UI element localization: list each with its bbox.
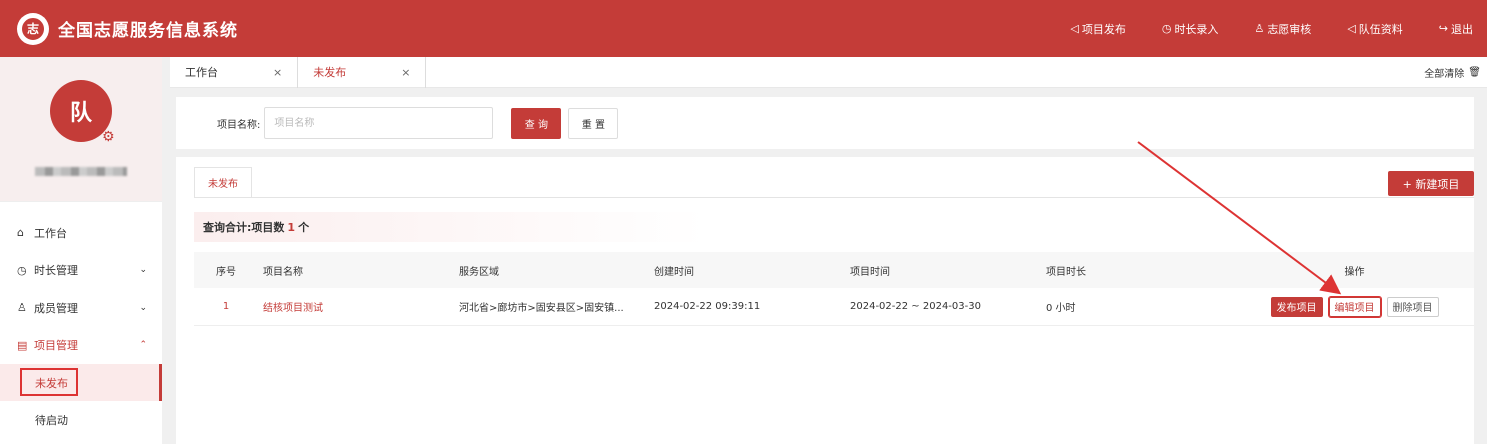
trash-icon: 🗑 — [1468, 67, 1481, 78]
sidebar-item-members[interactable]: ♙ 成员管理 ⌄ — [0, 289, 162, 327]
table-row: 1 结核项目测试 河北省>廊坊市>固安县区>固安镇... 2024-02-22 … — [194, 288, 1474, 326]
col-header-actions: 操作 — [1344, 266, 1365, 278]
sidebar: 队 ⚙ ⌂ 工作台 ◷ 时长管理 ⌄ ♙ 成员管理 ⌄ ▤ 项目管理 ⌃ 未发布… — [0, 57, 162, 444]
summary-prefix: 查询合计:项目数 — [203, 221, 285, 234]
summary-count: 1 — [287, 220, 296, 234]
tab-unpublished[interactable]: 未发布 × — [298, 56, 427, 88]
nav-label: 时长录入 — [1174, 22, 1219, 36]
clock-icon: ◷ — [17, 263, 27, 277]
summary-suffix: 个 — [298, 221, 310, 234]
cell-created: 2024-02-22 09:39:11 — [654, 301, 761, 312]
cell-area: 河北省>廊坊市>固安县区>固安镇... — [459, 303, 624, 314]
logout-icon: ↪ — [1438, 22, 1448, 35]
logo: 志 — [17, 12, 49, 45]
nav-volunteer-review[interactable]: ♙ 志愿审核 — [1254, 21, 1311, 37]
nav-logout[interactable]: ↪ 退出 — [1439, 21, 1473, 37]
search-panel: 项目名称: 查 询 重 置 — [176, 97, 1474, 149]
query-summary: 查询合计:项目数 1 个 — [194, 212, 1474, 242]
inner-tab-unpublished[interactable]: 未发布 — [194, 167, 252, 198]
clear-all-tabs-button[interactable]: 全部清除 🗑 — [1424, 57, 1481, 88]
document-icon: ▤ — [17, 338, 28, 352]
tab-workbench[interactable]: 工作台 × — [170, 56, 299, 88]
page-tabs-bar: 工作台 × 未发布 × 全部清除 🗑 — [170, 56, 1487, 88]
sidebar-item-projects[interactable]: ▤ 项目管理 ⌃ — [0, 327, 162, 365]
clock-icon: ◷ — [1161, 22, 1172, 35]
delete-project-button[interactable]: 删除项目 — [1386, 296, 1439, 317]
edit-project-button[interactable]: 编辑项目 — [1327, 295, 1382, 318]
sidebar-item-workbench[interactable]: ⌂ 工作台 — [0, 214, 162, 252]
chevron-down-icon: ⌄ — [139, 302, 147, 313]
username-redacted — [35, 167, 127, 176]
user-icon: ♙ — [1254, 22, 1265, 35]
sidebar-item-label: 成员管理 — [34, 301, 78, 315]
home-icon: ⌂ — [17, 226, 24, 240]
close-icon[interactable]: × — [273, 66, 282, 79]
send-icon: ◁ — [1347, 22, 1356, 35]
tab-label: 工作台 — [185, 66, 218, 79]
nav-label: 退出 — [1451, 22, 1473, 36]
nav-team-profile[interactable]: ◁ 队伍资料 — [1347, 21, 1402, 37]
nav-project-publish[interactable]: ◁ 项目发布 — [1070, 21, 1125, 37]
chevron-up-icon: ⌃ — [139, 340, 147, 351]
col-header-area: 服务区域 — [459, 266, 499, 278]
profile-card: 队 ⚙ — [0, 57, 162, 202]
chevron-down-icon: ⌄ — [139, 265, 147, 276]
sidebar-item-label: 工作台 — [34, 226, 67, 240]
tab-label: 未发布 — [313, 66, 347, 79]
logo-emblem-icon: 志 — [20, 15, 46, 42]
reset-button[interactable]: 重 置 — [568, 107, 619, 139]
new-project-button[interactable]: + 新建项目 — [1388, 171, 1474, 196]
sidebar-subitem-pending-start[interactable]: 待启动 — [0, 401, 162, 438]
sidebar-item-hours[interactable]: ◷ 时长管理 ⌄ — [0, 252, 162, 290]
cell-actions: 发布项目 编辑项目 删除项目 — [1235, 295, 1474, 318]
col-header-duration: 项目时长 — [1046, 266, 1086, 278]
divider — [194, 197, 1474, 198]
project-table: 序号 项目名称 服务区域 创建时间 项目时间 项目时长 操作 1 结核项目测试 … — [194, 252, 1474, 326]
sidebar-item-label: 项目管理 — [34, 339, 78, 353]
top-bar: 志 全国志愿服务信息系统 ◁ 项目发布 ◷ 时长录入 ♙ 志愿审核 ◁ 队伍资料… — [0, 0, 1487, 57]
gear-icon[interactable]: ⚙ — [102, 129, 115, 145]
inner-tabs: 未发布 — [194, 167, 252, 198]
sidebar-subitem-label: 待启动 — [35, 413, 68, 427]
send-icon: ◁ — [1070, 22, 1079, 35]
project-list-panel: 未发布 + 新建项目 查询合计:项目数 1 个 序号 项目名称 服务区域 创建时… — [176, 157, 1474, 444]
query-button[interactable]: 查 询 — [511, 107, 562, 139]
user-icon: ♙ — [17, 301, 27, 315]
col-header-created: 创建时间 — [654, 266, 694, 278]
cell-duration: 0 小时 — [1046, 303, 1076, 314]
cell-index: 1 — [222, 301, 230, 312]
nav-label: 队伍资料 — [1358, 22, 1403, 36]
sidebar-subitem-unpublished[interactable]: 未发布 — [0, 364, 162, 401]
nav-label: 项目发布 — [1081, 22, 1126, 36]
clear-all-label: 全部清除 — [1424, 69, 1465, 80]
nav-hours-entry[interactable]: ◷ 时长录入 — [1162, 21, 1219, 37]
project-name-label: 项目名称: — [217, 119, 261, 131]
project-name-input[interactable] — [264, 107, 494, 139]
publish-project-button[interactable]: 发布项目 — [1270, 296, 1323, 317]
cell-project-name-link[interactable]: 结核项目测试 — [258, 299, 453, 314]
system-title: 全国志愿服务信息系统 — [58, 21, 238, 41]
col-header-name: 项目名称 — [263, 266, 303, 278]
annotation-highlight-box — [20, 368, 78, 396]
sidebar-item-label: 时长管理 — [34, 264, 78, 278]
col-header-project-time: 项目时间 — [850, 266, 890, 278]
table-header: 序号 项目名称 服务区域 创建时间 项目时间 项目时长 操作 — [194, 252, 1474, 288]
top-nav: ◁ 项目发布 ◷ 时长录入 ♙ 志愿审核 ◁ 队伍资料 ↪ 退出 — [1034, 0, 1473, 57]
sidebar-menu: ⌂ 工作台 ◷ 时长管理 ⌄ ♙ 成员管理 ⌄ ▤ 项目管理 ⌃ 未发布 待启动 — [0, 214, 162, 438]
nav-label: 志愿审核 — [1267, 22, 1312, 36]
cell-project-time: 2024-02-22 ~ 2024-03-30 — [850, 301, 981, 312]
col-header-index: 序号 — [216, 266, 236, 278]
close-icon[interactable]: × — [401, 66, 410, 79]
